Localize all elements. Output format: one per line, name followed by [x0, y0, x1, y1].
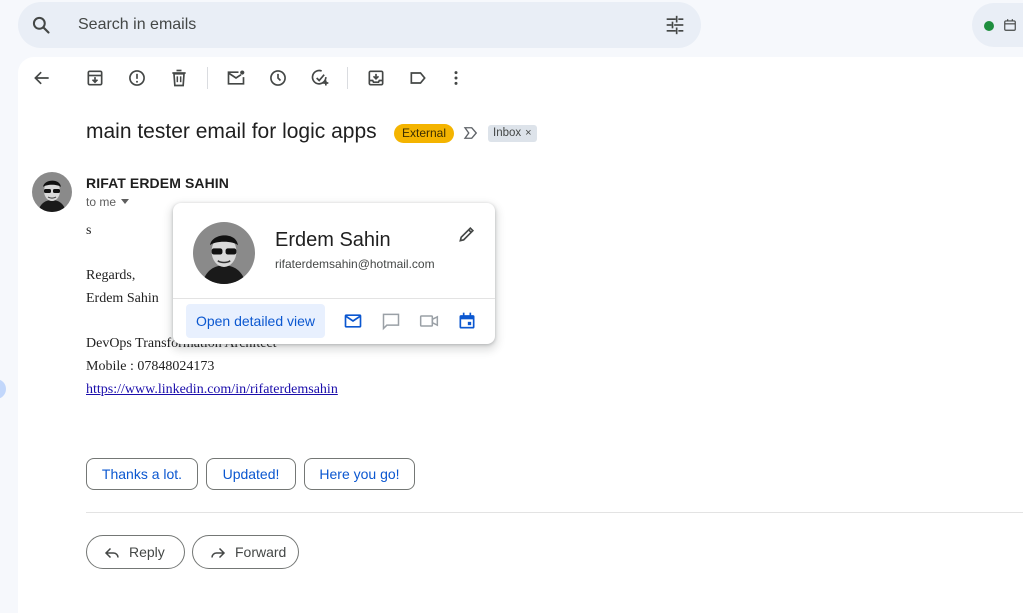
smart-reply-button[interactable]: Thanks a lot. [86, 458, 198, 490]
smart-reply-button[interactable]: Updated! [206, 458, 296, 490]
toolbar-divider [347, 67, 348, 89]
snooze-icon[interactable] [268, 68, 288, 88]
contact-email: rifaterdemsahin@hotmail.com [275, 257, 435, 271]
chat-icon[interactable] [381, 311, 401, 331]
remove-label-icon[interactable]: × [525, 127, 531, 139]
calendar-icon[interactable] [457, 311, 477, 331]
signature-link[interactable]: https://www.linkedin.com/in/rifaterdemsa… [86, 382, 338, 398]
calendar-icon [1003, 18, 1017, 32]
contact-name: Erdem Sahin [275, 229, 391, 251]
search-bar[interactable] [18, 2, 701, 48]
body-text: s [86, 223, 92, 238]
reply-label: Reply [129, 544, 165, 560]
forward-button[interactable]: Forward [192, 535, 299, 569]
important-marker-icon[interactable] [462, 124, 480, 142]
sender-name[interactable]: RIFAT ERDEM SAHIN [86, 175, 229, 191]
add-to-tasks-icon[interactable] [310, 68, 330, 88]
signature-regards: Regards, [86, 268, 136, 283]
forward-label: Forward [235, 544, 287, 560]
open-detailed-view-button[interactable]: Open detailed view [186, 304, 325, 338]
mark-unread-icon[interactable] [226, 68, 246, 88]
email-subject: main tester email for logic apps [86, 120, 377, 143]
external-badge: External [394, 124, 455, 143]
more-vert-icon[interactable] [446, 68, 466, 88]
signature-name: Erdem Sahin [86, 291, 159, 306]
contact-hover-card: Erdem Sahin rifaterdemsahin@hotmail.com … [173, 203, 495, 344]
archive-icon[interactable] [85, 68, 105, 88]
smart-reply-button[interactable]: Here you go! [304, 458, 415, 490]
move-to-icon[interactable] [366, 68, 386, 88]
search-input[interactable] [78, 16, 638, 34]
reply-divider [86, 512, 1023, 513]
reply-button[interactable]: Reply [86, 535, 185, 569]
active-status-dot [984, 21, 994, 31]
card-divider [173, 298, 495, 299]
contact-avatar[interactable] [193, 222, 255, 284]
label-icon[interactable] [408, 68, 428, 88]
signature-mobile: Mobile : 07848024173 [86, 359, 215, 374]
email-icon[interactable] [343, 311, 363, 331]
forward-icon [211, 547, 226, 559]
recipient-label: to me [86, 195, 117, 209]
sidebar-scroll-handle[interactable] [0, 379, 6, 399]
recipient-details[interactable]: to me [86, 195, 130, 209]
inbox-label-chip[interactable]: Inbox × [488, 125, 537, 142]
inbox-label-text: Inbox [493, 127, 522, 139]
delete-icon[interactable] [169, 68, 189, 88]
edit-contact-icon[interactable] [457, 224, 477, 244]
toolbar-divider [207, 67, 208, 89]
avatar[interactable] [32, 172, 72, 212]
back-arrow-icon[interactable] [32, 68, 52, 88]
chevron-down-icon[interactable] [121, 199, 130, 204]
tune-icon[interactable] [665, 15, 685, 35]
status-indicator[interactable] [972, 3, 1023, 47]
report-spam-icon[interactable] [127, 68, 147, 88]
video-icon[interactable] [419, 311, 439, 331]
reply-icon [104, 547, 119, 559]
search-icon[interactable] [31, 15, 51, 35]
